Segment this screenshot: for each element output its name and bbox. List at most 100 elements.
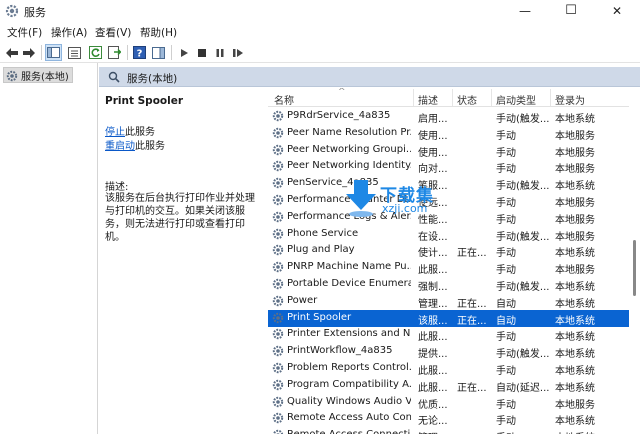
service-name-cell: Print Spooler bbox=[287, 311, 352, 323]
gear-icon bbox=[272, 328, 284, 343]
back-arrow-icon[interactable] bbox=[3, 44, 20, 61]
service-row[interactable]: Quality Windows Audio V... 优质... 手动 本地服务 bbox=[268, 394, 629, 411]
close-button[interactable]: ✕ bbox=[594, 0, 640, 22]
service-row[interactable]: Remote Access Auto Con... 无论... 手动 本地系统 bbox=[268, 410, 629, 427]
service-startup-type-cell: 手动 bbox=[496, 164, 516, 176]
column-status[interactable]: 状态 bbox=[457, 92, 477, 107]
service-description-cell: 管理... bbox=[418, 429, 452, 434]
service-name-cell: Peer Name Resolution Pr... bbox=[287, 126, 411, 138]
service-row[interactable]: Remote Access Connecti... 管理... 手动本地系统 bbox=[268, 427, 629, 434]
service-row[interactable]: Performance Logs & Aler... 性能... 手动 本地服务 bbox=[268, 209, 629, 226]
help-icon[interactable]: ? bbox=[131, 44, 148, 61]
service-row[interactable]: PrintWorkflow_4a835 提供... 手动(触发... 本地系统 bbox=[268, 343, 629, 360]
service-log-on-as-cell: 本地服务 bbox=[555, 399, 595, 411]
column-divider[interactable] bbox=[452, 89, 453, 106]
service-log-on-as-cell: 本地服务 bbox=[555, 198, 595, 209]
service-log-on-as-cell: 本地系统 bbox=[555, 349, 595, 361]
service-row[interactable]: Peer Networking Identity... 向对... 手动 本地服务 bbox=[268, 158, 629, 175]
service-log-on-as-cell: 本地系统 bbox=[555, 315, 595, 327]
restart-service-icon[interactable] bbox=[229, 44, 246, 61]
stop-service-icon[interactable] bbox=[193, 44, 210, 61]
properties-icon[interactable] bbox=[66, 44, 83, 61]
service-name-cell: Remote Access Connecti... bbox=[287, 429, 411, 434]
service-name-cell: PNRP Machine Name Pu... bbox=[287, 261, 411, 273]
svg-text:?: ? bbox=[137, 49, 143, 60]
vertical-scrollbar[interactable] bbox=[629, 88, 640, 434]
toolbar-separator bbox=[127, 45, 128, 60]
service-row[interactable]: Performance Counter DLL...使远...手动本地服务 bbox=[268, 192, 629, 209]
service-log-on-as-cell: 本地系统 bbox=[555, 181, 595, 193]
start-service-icon[interactable] bbox=[175, 44, 192, 61]
column-description[interactable]: 描述 bbox=[418, 92, 438, 107]
service-log-on-as-cell: 本地系统 bbox=[555, 416, 595, 428]
pane-header: 服务(本地) bbox=[99, 67, 640, 87]
gear-icon bbox=[272, 160, 284, 175]
restart-action: 重启动此服务 bbox=[105, 137, 165, 152]
watermark: 下载集 xzji.com bbox=[344, 178, 444, 220]
export-list-icon[interactable] bbox=[106, 44, 123, 61]
service-description-cell: 使计... bbox=[418, 248, 448, 260]
details-pane: Print Spooler 停止此服务 重启动此服务 描述: 该服务在后台执行打… bbox=[99, 88, 268, 434]
service-description-cell: 此服... bbox=[418, 265, 448, 277]
tree-item-services-local[interactable]: 服务(本地) bbox=[3, 67, 73, 83]
service-row[interactable]: Phone Service 在设... 手动(触发... 本地服务 bbox=[268, 226, 629, 243]
menu-file[interactable]: 文件(F) bbox=[7, 25, 42, 40]
show-action-pane-icon[interactable] bbox=[150, 44, 167, 61]
gear-icon bbox=[272, 312, 284, 327]
gear-icon bbox=[272, 228, 284, 243]
refresh-icon[interactable] bbox=[87, 44, 104, 61]
column-name[interactable]: 名称 bbox=[274, 92, 294, 107]
service-name-cell: Program Compatibility A... bbox=[287, 378, 411, 390]
service-status-cell: 正在... bbox=[457, 298, 487, 310]
column-divider[interactable] bbox=[550, 89, 551, 106]
gear-icon bbox=[272, 211, 284, 226]
column-divider[interactable] bbox=[413, 89, 414, 106]
restart-service-link[interactable]: 重启动 bbox=[105, 141, 135, 152]
gear-icon bbox=[6, 70, 18, 81]
scrollbar-thumb[interactable] bbox=[633, 240, 636, 296]
service-row[interactable]: PNRP Machine Name Pu... 此服... 手动 本地服务 bbox=[268, 259, 629, 276]
column-startup-type[interactable]: 启动类型 bbox=[496, 92, 536, 107]
service-row[interactable]: Power 管理... 正在... 自动 本地系统 bbox=[268, 293, 629, 310]
gear-icon bbox=[272, 110, 284, 125]
pause-service-icon[interactable] bbox=[211, 44, 228, 61]
minimize-button[interactable]: — bbox=[502, 0, 548, 22]
service-log-on-as-cell: 本地服务 bbox=[555, 214, 595, 226]
service-log-on-as-cell: 本地服务 bbox=[555, 164, 595, 176]
service-description-cell: 使用... bbox=[418, 147, 448, 159]
service-row[interactable]: Printer Extensions and N... 此服... 手动 本地系统 bbox=[268, 326, 629, 343]
service-row[interactable]: Problem Reports Control... 此服... 手动 本地系统 bbox=[268, 360, 629, 377]
service-row[interactable]: Portable Device Enumera... 强制... 手动(触发... 本… bbox=[268, 276, 629, 293]
service-row[interactable]: Peer Networking Groupi... 使用... 手动 本地服务 bbox=[268, 142, 629, 159]
service-row[interactable]: PenService_4a835 笔服... 手动(触发... 本地系统 bbox=[268, 175, 629, 192]
forward-arrow-icon[interactable] bbox=[20, 44, 37, 61]
service-row[interactable]: P9RdrService_4a835 启用... 手动(触发... 本地系统 bbox=[268, 108, 629, 125]
menu-help[interactable]: 帮助(H) bbox=[140, 25, 177, 40]
service-description-cell: 强制... bbox=[418, 282, 448, 293]
service-name-cell: Problem Reports Control... bbox=[287, 362, 411, 373]
service-startup-type-cell: 手动 bbox=[496, 332, 516, 344]
service-startup-type-cell: 手动(触发... bbox=[496, 114, 550, 125]
column-log-on-as[interactable]: 登录为 bbox=[555, 92, 585, 107]
maximize-button[interactable]: ☐ bbox=[548, 0, 594, 22]
service-startup-type-cell: 手动 bbox=[496, 429, 552, 434]
gear-icon bbox=[272, 244, 284, 259]
service-startup-type-cell: 自动(延迟... bbox=[496, 382, 550, 394]
service-row[interactable]: Print Spooler 该服... 正在... 自动 本地系统 bbox=[268, 309, 629, 327]
service-row[interactable]: Peer Name Resolution Pr... 使用... 手动 本地服务 bbox=[268, 125, 629, 142]
gear-icon bbox=[272, 379, 284, 394]
services-list: ^ 名称 描述 状态 启动类型 登录为 P9RdrService_4a835 启用… bbox=[268, 88, 629, 434]
service-log-on-as-cell: 本地系统 bbox=[555, 248, 595, 260]
show-console-tree-icon[interactable] bbox=[45, 44, 62, 61]
service-log-on-as-cell: 本地服务 bbox=[555, 265, 595, 277]
restart-action-suffix: 此服务 bbox=[135, 141, 165, 152]
service-row[interactable]: Plug and Play 使计... 正在... 手动 本地系统 bbox=[268, 242, 629, 259]
service-startup-type-cell: 手动 bbox=[496, 366, 516, 377]
menu-view[interactable]: 查看(V) bbox=[95, 25, 131, 40]
service-row[interactable]: Program Compatibility A... 此服... 正在... 自动(延… bbox=[268, 377, 629, 394]
column-divider[interactable] bbox=[491, 89, 492, 106]
menu-action[interactable]: 操作(A) bbox=[51, 25, 87, 40]
service-startup-type-cell: 手动(触发... bbox=[496, 282, 550, 293]
stop-action: 停止此服务 bbox=[105, 123, 155, 138]
watermark-url: xzji.com bbox=[382, 202, 428, 215]
